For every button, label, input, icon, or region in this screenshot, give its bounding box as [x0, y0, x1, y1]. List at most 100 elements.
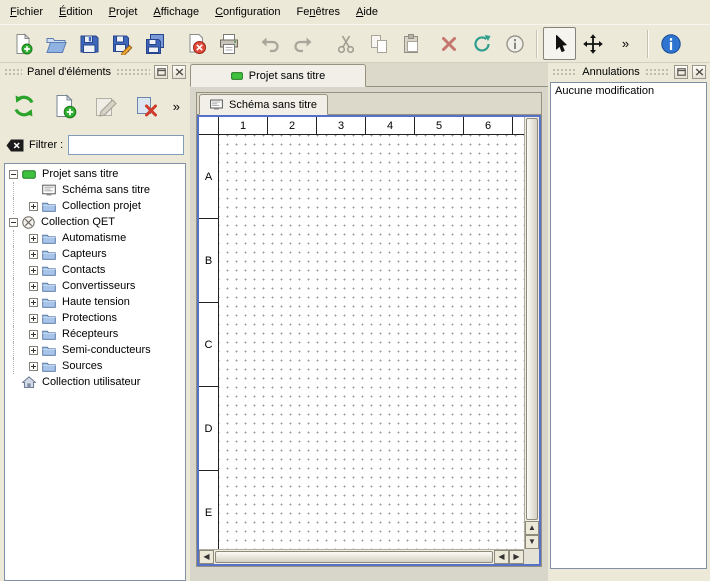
tree-item-protections[interactable]: Protections: [5, 310, 185, 326]
scroll-left-button[interactable]: ◀: [199, 550, 214, 564]
new-document-button[interactable]: [6, 27, 39, 60]
dock-grip: [116, 68, 150, 76]
delete-x-icon: [438, 33, 460, 55]
tree-item-contacts[interactable]: Contacts: [5, 262, 185, 278]
tree-item-label: Sources: [60, 360, 104, 372]
menu-configuration[interactable]: Configuration: [207, 2, 288, 22]
expand-expander-icon[interactable]: [29, 234, 38, 243]
expand-expander-icon[interactable]: [29, 314, 38, 323]
move-mode-button[interactable]: [576, 27, 609, 60]
tree-item-automatisme[interactable]: Automatisme: [5, 230, 185, 246]
scroll-right-button[interactable]: ▶: [509, 550, 524, 564]
expand-expander-icon[interactable]: [29, 202, 38, 211]
tree-item-haute-tension[interactable]: Haute tension: [5, 294, 185, 310]
float-window-icon: [677, 68, 686, 76]
menu-aide[interactable]: Aide: [348, 2, 386, 22]
new-element-button[interactable]: [47, 88, 83, 124]
folder-icon: [42, 233, 56, 244]
undo-dock-titlebar[interactable]: Annulations: [548, 63, 710, 81]
tree-item-label: Récepteurs: [60, 328, 120, 340]
move-arrows-icon: [582, 33, 604, 55]
rotate-icon: [471, 33, 493, 55]
elements-panel-toolbar: »: [0, 81, 190, 126]
delete-element-icon: [134, 93, 160, 119]
scroll-up-button[interactable]: ▲: [525, 521, 539, 535]
elements-tree[interactable]: Projet sans titre Schéma sans titre Coll…: [4, 163, 186, 581]
ruler-column-label: 4: [366, 117, 415, 134]
tree-item-semi-conducteurs[interactable]: Semi-conducteurs: [5, 342, 185, 358]
save-all-button[interactable]: [138, 27, 171, 60]
expand-expander-icon[interactable]: [29, 362, 38, 371]
schema-tab-label: Schéma sans titre: [229, 99, 317, 111]
cut-button[interactable]: [329, 27, 362, 60]
about-qet-button[interactable]: [654, 27, 687, 60]
menu-edition[interactable]: Édition: [51, 2, 101, 22]
toolbar-overflow-button[interactable]: »: [609, 27, 642, 60]
toolbar-separator: [536, 30, 538, 58]
tree-item-sources[interactable]: Sources: [5, 358, 185, 374]
save-as-button[interactable]: [105, 27, 138, 60]
float-dock-button[interactable]: [154, 65, 168, 79]
tree-item-projet-sans-titre[interactable]: Projet sans titre: [5, 166, 185, 182]
schema-subwindow: Schéma sans titre 1 2 3 4 5 6 A: [196, 92, 542, 567]
tab-schema-sans-titre[interactable]: Schéma sans titre: [199, 94, 328, 115]
tree-item-recepteurs[interactable]: Récepteurs: [5, 326, 185, 342]
expand-expander-icon[interactable]: [29, 250, 38, 259]
tree-item-collection-utilisateur[interactable]: Collection utilisateur: [5, 374, 185, 390]
rotate-button[interactable]: [465, 27, 498, 60]
label-part: F: [10, 6, 17, 18]
tree-item-capteurs[interactable]: Capteurs: [5, 246, 185, 262]
info-button[interactable]: [498, 27, 531, 60]
tree-item-collection-qet[interactable]: Collection QET: [5, 214, 185, 230]
close-dock-button[interactable]: [692, 65, 706, 79]
scroll-down-button[interactable]: ▼: [525, 535, 539, 549]
menu-fenetres[interactable]: Fenêtres: [289, 2, 348, 22]
close-dock-button[interactable]: [172, 65, 186, 79]
menu-fichier[interactable]: Fichier: [2, 2, 51, 22]
tree-guide: [13, 230, 25, 246]
menu-affichage[interactable]: Affichage: [145, 2, 207, 22]
copy-button[interactable]: [362, 27, 395, 60]
elements-toolbar-overflow-button[interactable]: »: [173, 99, 184, 114]
undo-list[interactable]: Aucune modification: [550, 82, 707, 569]
tree-item-collection-projet[interactable]: Collection projet: [5, 198, 185, 214]
open-folder-icon: [45, 33, 67, 55]
clear-filter-button[interactable]: [6, 139, 24, 152]
expand-expander-icon[interactable]: [29, 298, 38, 307]
horizontal-scrollbar-thumb[interactable]: [215, 551, 493, 563]
save-button[interactable]: [72, 27, 105, 60]
float-window-icon: [157, 68, 166, 76]
expand-expander-icon[interactable]: [29, 330, 38, 339]
collapse-expander-icon[interactable]: [9, 170, 18, 179]
toolbar-separator: [647, 30, 649, 58]
close-file-button[interactable]: [179, 27, 212, 60]
select-mode-button[interactable]: [543, 27, 576, 60]
horizontal-scrollbar[interactable]: ◀ ◀ ▶: [199, 549, 524, 564]
tab-projet-sans-titre[interactable]: Projet sans titre: [190, 64, 366, 87]
paste-button[interactable]: [395, 27, 428, 60]
tree-item-schema-sans-titre[interactable]: Schéma sans titre: [5, 182, 185, 198]
expand-expander-icon[interactable]: [29, 346, 38, 355]
redo-button[interactable]: [286, 27, 319, 60]
expand-expander-icon[interactable]: [29, 282, 38, 291]
open-project-button[interactable]: [39, 27, 72, 60]
elements-panel-titlebar[interactable]: Panel d'éléments: [0, 63, 190, 81]
reload-collections-button[interactable]: [6, 88, 42, 124]
delete-button[interactable]: [432, 27, 465, 60]
tree-item-convertisseurs[interactable]: Convertisseurs: [5, 278, 185, 294]
expand-expander-icon[interactable]: [29, 266, 38, 275]
filter-input[interactable]: [68, 135, 184, 155]
float-dock-button[interactable]: [674, 65, 688, 79]
schema-canvas[interactable]: [219, 135, 524, 549]
vertical-scrollbar-thumb[interactable]: [526, 118, 538, 520]
edit-element-button[interactable]: [88, 88, 124, 124]
collapse-expander-icon[interactable]: [9, 218, 18, 227]
print-button[interactable]: [212, 27, 245, 60]
scroll-left-button-end[interactable]: ◀: [494, 550, 509, 564]
delete-element-button[interactable]: [129, 88, 165, 124]
menu-projet[interactable]: Projet: [101, 2, 146, 22]
redo-icon: [292, 33, 314, 55]
folder-icon: [42, 297, 56, 308]
vertical-scrollbar[interactable]: ▲ ▼: [524, 117, 539, 549]
undo-button[interactable]: [253, 27, 286, 60]
